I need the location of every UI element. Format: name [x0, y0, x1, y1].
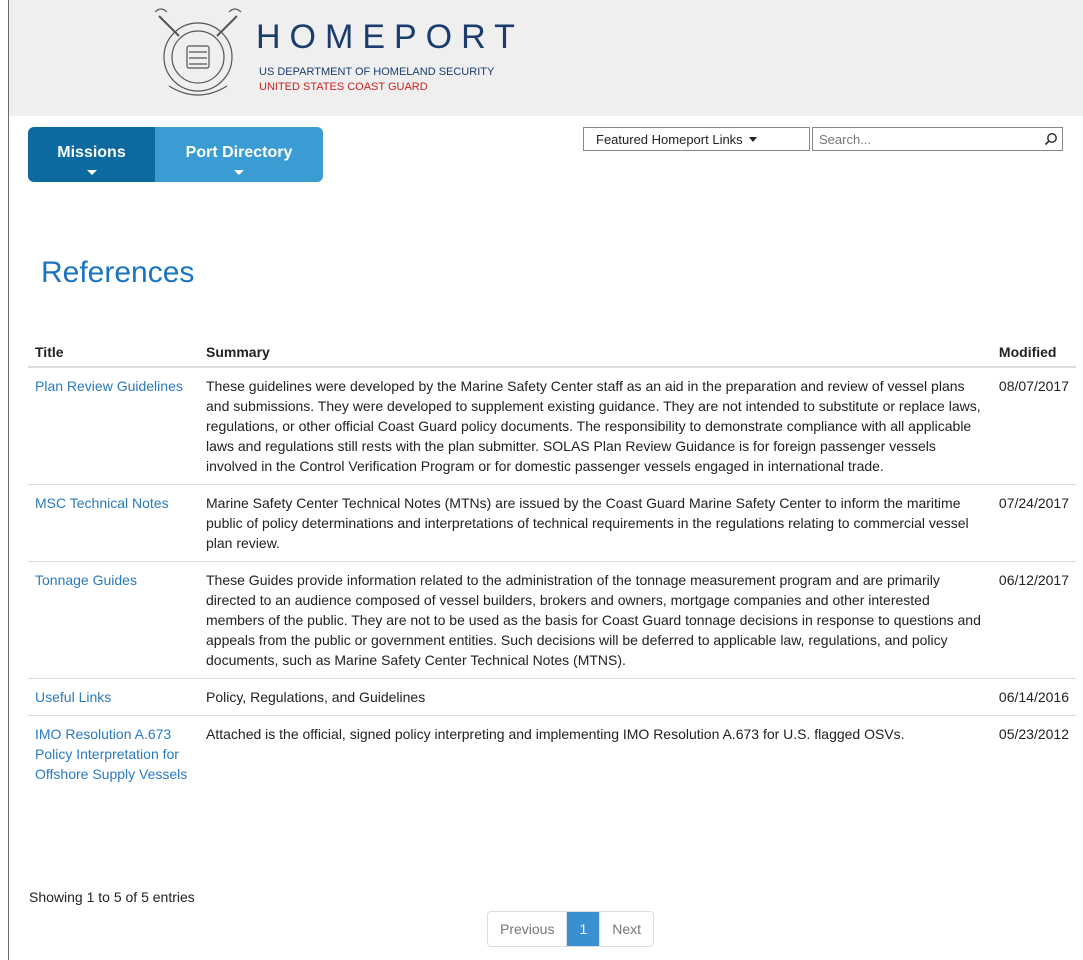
row-title-cell: IMO Resolution A.673 Policy Interpretati…: [28, 716, 199, 793]
nav-missions[interactable]: Missions: [28, 127, 155, 182]
page-frame: HOMEPORT US DEPARTMENT OF HOMELAND SECUR…: [8, 0, 1083, 960]
column-header-title[interactable]: Title: [28, 336, 199, 368]
chevron-down-icon: [86, 170, 97, 175]
brand-title: HOMEPORT: [256, 18, 524, 56]
table-row: Tonnage Guides These Guides provide info…: [28, 561, 1076, 679]
row-summary: Attached is the official, signed policy …: [206, 726, 905, 742]
row-summary: These Guides provide information related…: [199, 561, 992, 679]
reference-link[interactable]: IMO Resolution A.673 Policy Interpretati…: [35, 726, 187, 782]
featured-links-label: Featured Homeport Links: [596, 131, 743, 147]
reference-link[interactable]: Plan Review Guidelines: [35, 378, 183, 394]
row-modified: 05/23/2012: [998, 726, 1069, 742]
page-title: References: [41, 256, 195, 289]
references-table: Title Summary Modified Plan Review Guide…: [28, 336, 1076, 792]
table-row: Useful Links Policy, Regulations, and Gu…: [28, 678, 1076, 716]
row-title-cell: Plan Review Guidelines: [28, 367, 199, 485]
site-header: HOMEPORT US DEPARTMENT OF HOMELAND SECUR…: [9, 0, 1083, 116]
reference-link[interactable]: MSC Technical Notes: [35, 495, 169, 511]
page-1-button[interactable]: 1: [566, 912, 600, 946]
search-box: [812, 127, 1063, 151]
main-nav: Missions Port Directory: [28, 127, 323, 182]
row-modified: 06/14/2016: [991, 678, 1076, 716]
table-header-row: Title Summary Modified: [28, 336, 1076, 368]
search-icon[interactable]: [1040, 128, 1062, 150]
search-input[interactable]: [813, 131, 1040, 147]
reference-link[interactable]: Useful Links: [35, 689, 111, 705]
row-title-cell: Useful Links: [28, 678, 199, 716]
row-title-cell: MSC Technical Notes: [28, 484, 199, 562]
row-title-cell: Tonnage Guides: [28, 561, 199, 679]
column-header-summary[interactable]: Summary: [199, 336, 992, 368]
agency-name: UNITED STATES COAST GUARD: [259, 81, 428, 93]
row-modified: 08/07/2017: [991, 367, 1076, 485]
department-name: US DEPARTMENT OF HOMELAND SECURITY: [259, 66, 495, 78]
nav-missions-label: Missions: [57, 143, 126, 161]
table-row: MSC Technical Notes Marine Safety Center…: [28, 484, 1076, 562]
pagination: Previous 1 Next: [487, 911, 655, 947]
table-row: IMO Resolution A.673 Policy Interpretati…: [28, 716, 1076, 793]
chevron-down-icon: [234, 170, 244, 175]
entries-info: Showing 1 to 5 of 5 entries: [29, 889, 195, 905]
row-summary: These guidelines were developed by the M…: [199, 367, 992, 485]
reference-link[interactable]: Tonnage Guides: [35, 572, 137, 588]
caret-down-icon: [748, 136, 757, 142]
row-modified: 06/12/2017: [991, 561, 1076, 679]
column-header-modified[interactable]: Modified: [991, 336, 1076, 368]
featured-links-dropdown[interactable]: Featured Homeport Links: [583, 127, 810, 151]
coast-guard-seal-logo[interactable]: [149, 2, 247, 102]
nav-port-directory[interactable]: Port Directory: [155, 127, 323, 182]
row-modified: 07/24/2017: [991, 484, 1076, 562]
next-page-button[interactable]: Next: [599, 912, 654, 946]
row-summary: Policy, Regulations, and Guidelines: [199, 678, 992, 716]
previous-page-button[interactable]: Previous: [488, 912, 567, 946]
nav-port-directory-label: Port Directory: [185, 143, 293, 161]
table-row: Plan Review Guidelines These guidelines …: [28, 367, 1076, 485]
row-summary: Marine Safety Center Technical Notes (MT…: [199, 484, 992, 562]
